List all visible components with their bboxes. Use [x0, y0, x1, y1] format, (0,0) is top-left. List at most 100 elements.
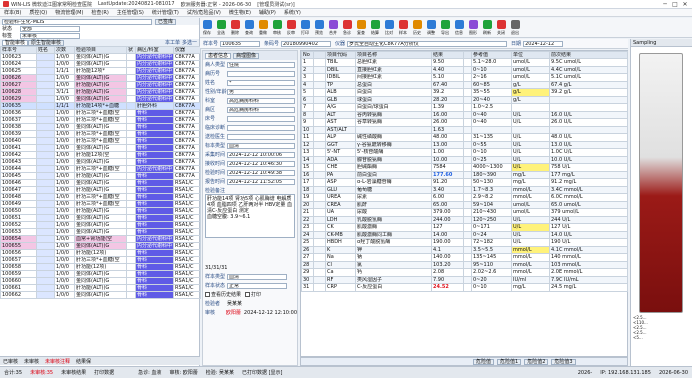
- table-row[interactable]: 100623 1/0/0 金同体(ALT)(G 内分泌代谢科中 C8K77A: [0, 53, 201, 61]
- field-input[interactable]: 高危病房科科: [227, 106, 295, 113]
- toolbar-button[interactable]: 复查: [354, 18, 368, 38]
- result-row[interactable]: 27 Na 钠 140.00 135~145 mmol/L 140 mmol/L: [301, 253, 628, 262]
- field-input[interactable]: 血清: [227, 142, 295, 149]
- table-row[interactable]: 100660 1/0/0 金同体(ALT)(G 骨科 RSA1/C: [0, 277, 201, 285]
- table-row[interactable]: 100647 1/0/0 肝功能(ALT)(G 骨科 RSA1/C: [0, 186, 201, 194]
- table-row[interactable]: 100648 1/0/0 肝功三项*+血糖(空 骨科 RSA1/C: [0, 193, 201, 201]
- table-row[interactable]: 100650 1/0/0 肝功能(ALT)(G 骨科 RSA1/C: [0, 207, 201, 215]
- result-row[interactable]: 30 RF 类风湿因子 7.90 0~20 IU/ml 7.9C IU/mL: [301, 275, 628, 284]
- toolbar-button[interactable]: 审核: [270, 18, 284, 38]
- alert-button[interactable]: 危险值1: [497, 358, 522, 365]
- field-input[interactable]: *: [227, 79, 295, 86]
- table-row[interactable]: 100638 1/0/0 金同体(ALT)(G 骨科 C8K77A: [0, 123, 201, 131]
- option-this[interactable]: 本工单: [165, 39, 180, 46]
- field-input[interactable]: [227, 70, 295, 77]
- menu-item[interactable]: 质控(Q): [29, 9, 47, 16]
- result-row[interactable]: 9 AST 谷草转氨酶 26.00 0~40 U/L 26.0 U/L: [301, 118, 628, 127]
- result-row[interactable]: 7 A/G 白蛋白/球蛋白 1.39 1.0~2.5: [301, 103, 628, 112]
- field-input[interactable]: 住院: [227, 61, 295, 68]
- signed-button[interactable]: 已签库: [155, 18, 177, 25]
- col-header[interactable]: 前次结果: [549, 51, 628, 59]
- col-header[interactable]: 姓名: [36, 46, 55, 54]
- result-row[interactable]: 26 K 钾 4.1 3.5~5.5 mmol/L 4.1C mmol/L: [301, 245, 628, 254]
- toolbar-button[interactable]: 反审: [284, 18, 298, 38]
- barcode-input[interactable]: 20180990402: [281, 40, 332, 47]
- sample-no-input[interactable]: 100635: [220, 40, 261, 47]
- alert-button[interactable]: 危险值3: [551, 358, 576, 365]
- result-row[interactable]: 4 TP 总蛋白 67.40 60~85 g/L 67.4 g/L: [301, 80, 628, 89]
- table-row[interactable]: 100624 1/0/0 金同体(ALT)(G 内分泌代谢科中 C8K77A: [0, 60, 201, 68]
- field-input[interactable]: 2024-12-12 11:52:05: [227, 178, 295, 185]
- table-row[interactable]: 100661 1/0/0 肝功能(ALT)(G 骨科 RSA1/C: [0, 284, 201, 292]
- toolbar-button[interactable]: 比对: [382, 18, 396, 38]
- result-row[interactable]: 24 CK-MB 肌酸激酶同工酶 14.00 0~24 U/L 14.0 U/L: [301, 230, 628, 239]
- table-row[interactable]: 100626 1/0/0 金同体(ALT)(G 内分泌代谢科中 C8K77A: [0, 74, 201, 82]
- table-row[interactable]: 100654 1/0/0 血常+肾功能(空 内分泌代谢科中 RSA1/C: [0, 235, 201, 243]
- table-row[interactable]: 100635 1/1/1 肝功能14项*+血糖 肝胆外科 C8K77A: [0, 102, 201, 110]
- result-row[interactable]: 18 GLU 葡萄糖 3.40 1.7~8.3 mmol/L 3.4C mmol/L: [301, 185, 628, 194]
- col-header[interactable]: 参考值: [471, 51, 512, 59]
- result-row[interactable]: 14 ADA 腺苷脱氨酶 10.00 0~25 U/L 10.0 U/L: [301, 155, 628, 164]
- result-row[interactable]: 10 AST/ALT 1.63: [301, 125, 628, 134]
- table-row[interactable]: 100641 1/0/0 金同体(ALT)(G 骨科 C8K77A: [0, 144, 201, 152]
- col-header[interactable]: 病区/科室: [135, 46, 174, 54]
- menu-item[interactable]: 辅助(P): [259, 9, 276, 16]
- print-checkbox[interactable]: [245, 292, 251, 297]
- history-checkbox[interactable]: [205, 292, 210, 297]
- tab-smart-audit[interactable]: 智能审核: [2, 39, 29, 46]
- field-input[interactable]: 2024-12-12 10:00:06: [227, 151, 295, 158]
- result-row[interactable]: 29 Ca 钙 2.08 2.02~2.6 mmol/L 2.0E mmol/L: [301, 268, 628, 277]
- field-input[interactable]: 男: [227, 88, 295, 95]
- field-input[interactable]: 2024-12-12 10:46:30: [227, 160, 295, 167]
- result-row[interactable]: 28 Cl 氯 103.20 95~110 mmol/L 103 mmol/L: [301, 260, 628, 269]
- menu-item[interactable]: 检查(R): [91, 9, 108, 16]
- status-select[interactable]: 全部: [20, 25, 80, 32]
- toolbar-button[interactable]: 历史: [410, 18, 424, 38]
- menu-item[interactable]: 主任管理(S): [117, 9, 144, 16]
- tab-pathology-image[interactable]: 病理图像: [233, 52, 260, 59]
- toolbar-button[interactable]: 结算: [368, 18, 382, 38]
- table-row[interactable]: 100644 1/0/0 肝功三项*+血糖(空 内分泌代谢科中 C8K77A: [0, 165, 201, 173]
- date-input[interactable]: 2024-12-12: [523, 40, 564, 47]
- sample-type-select[interactable]: 血清: [227, 273, 287, 280]
- table-row[interactable]: 100629 1/0/0 金同体(ALT)(G 内分泌代谢科中 C8K77A: [0, 95, 201, 103]
- field-input[interactable]: 高危病房科科: [227, 97, 295, 104]
- toolbar-button[interactable]: 删除: [228, 18, 242, 38]
- toolbar-button[interactable]: 预览: [312, 18, 326, 38]
- footer-tab[interactable]: 未审核: [24, 358, 39, 365]
- instrument-select[interactable]: 罗氏全自动生化C8K77A分析仪: [347, 40, 508, 47]
- field-input[interactable]: [227, 115, 295, 122]
- result-row[interactable]: 2 DBIL 直接胆红素 4.40 0~10 umol/L 4.4C umol/L: [301, 65, 628, 74]
- toolbar-button[interactable]: 保存: [200, 18, 214, 38]
- result-row[interactable]: 15 CHE 胆碱酯酶 7584 4000~1300 U/L 758 U/L: [301, 163, 628, 172]
- table-row[interactable]: 100625 1/1/1 肝功能12项* 内分泌代谢科中 C8K77A: [0, 67, 201, 75]
- alert-button[interactable]: 危险值2: [524, 358, 549, 365]
- menu-item[interactable]: 物流管理(M): [55, 9, 83, 16]
- table-row[interactable]: 100659 1/0/0 金同体(ALT)(G 骨科 RSA1/C: [0, 270, 201, 278]
- minimize-icon[interactable]: ─: [660, 0, 670, 9]
- result-row[interactable]: 13 5'-NT 5'-核苷酸酶 1.00 0~10 U/L 1.0C U/L: [301, 148, 628, 157]
- table-row[interactable]: 100643 1/0/0 金同体(ALT)(G 骨科 C8K77A: [0, 158, 201, 166]
- toolbar-button[interactable]: 样本: [396, 18, 410, 38]
- menu-item[interactable]: 微生物(E): [229, 9, 251, 16]
- col-header[interactable]: 结果: [431, 51, 464, 59]
- field-input[interactable]: [227, 133, 295, 140]
- result-row[interactable]: 11 ALP 碱性磷酸酶 48.00 31~135 U/L 48.0 U/L: [301, 133, 628, 142]
- table-row[interactable]: 100653 1/0/0 金同体(ALT)(G 骨科 RSA1/C: [0, 228, 201, 236]
- toolbar-button[interactable]: 关闭: [494, 18, 508, 38]
- result-row[interactable]: 21 UA 尿酸 379.00 210~430 umol/L 379 umol/L: [301, 208, 628, 217]
- result-row[interactable]: 19 UREA 尿素 6.00 2.9~8.2 mmol/L 6.0C mmol/L: [301, 193, 628, 202]
- dept-select[interactable]: 检验科-生化-MLIS: [2, 18, 152, 25]
- col-header[interactable]: [313, 51, 326, 59]
- table-row[interactable]: 100640 1/0/0 肝功三项*+血糖(空 骨科 C8K77A: [0, 137, 201, 145]
- table-row[interactable]: 100639 1/0/0 肝功三项*+血糖(空 骨科 C8K77A: [0, 130, 201, 138]
- toolbar-button[interactable]: 导出: [438, 18, 452, 38]
- col-header[interactable]: 项目名称: [355, 51, 432, 59]
- col-header[interactable]: 仪器: [173, 46, 201, 54]
- toolbar-button[interactable]: 合并: [326, 18, 340, 38]
- result-row[interactable]: 20 CREA 肌酐 65.00 59~104 umol/L 65.0 umol/L: [301, 200, 628, 209]
- result-row[interactable]: 23 CK 肌酸激酶 127 0~171 U/L 127 U/L: [301, 223, 628, 232]
- table-row[interactable]: 100642 1/0/0 肝功能12项(空 骨科 C8K77A: [0, 151, 201, 159]
- toolbar-button[interactable]: 调整: [424, 18, 438, 38]
- result-row[interactable]: 5 ALB 白蛋白 39.2 35~55 g/L 39.2 g/L: [301, 88, 628, 97]
